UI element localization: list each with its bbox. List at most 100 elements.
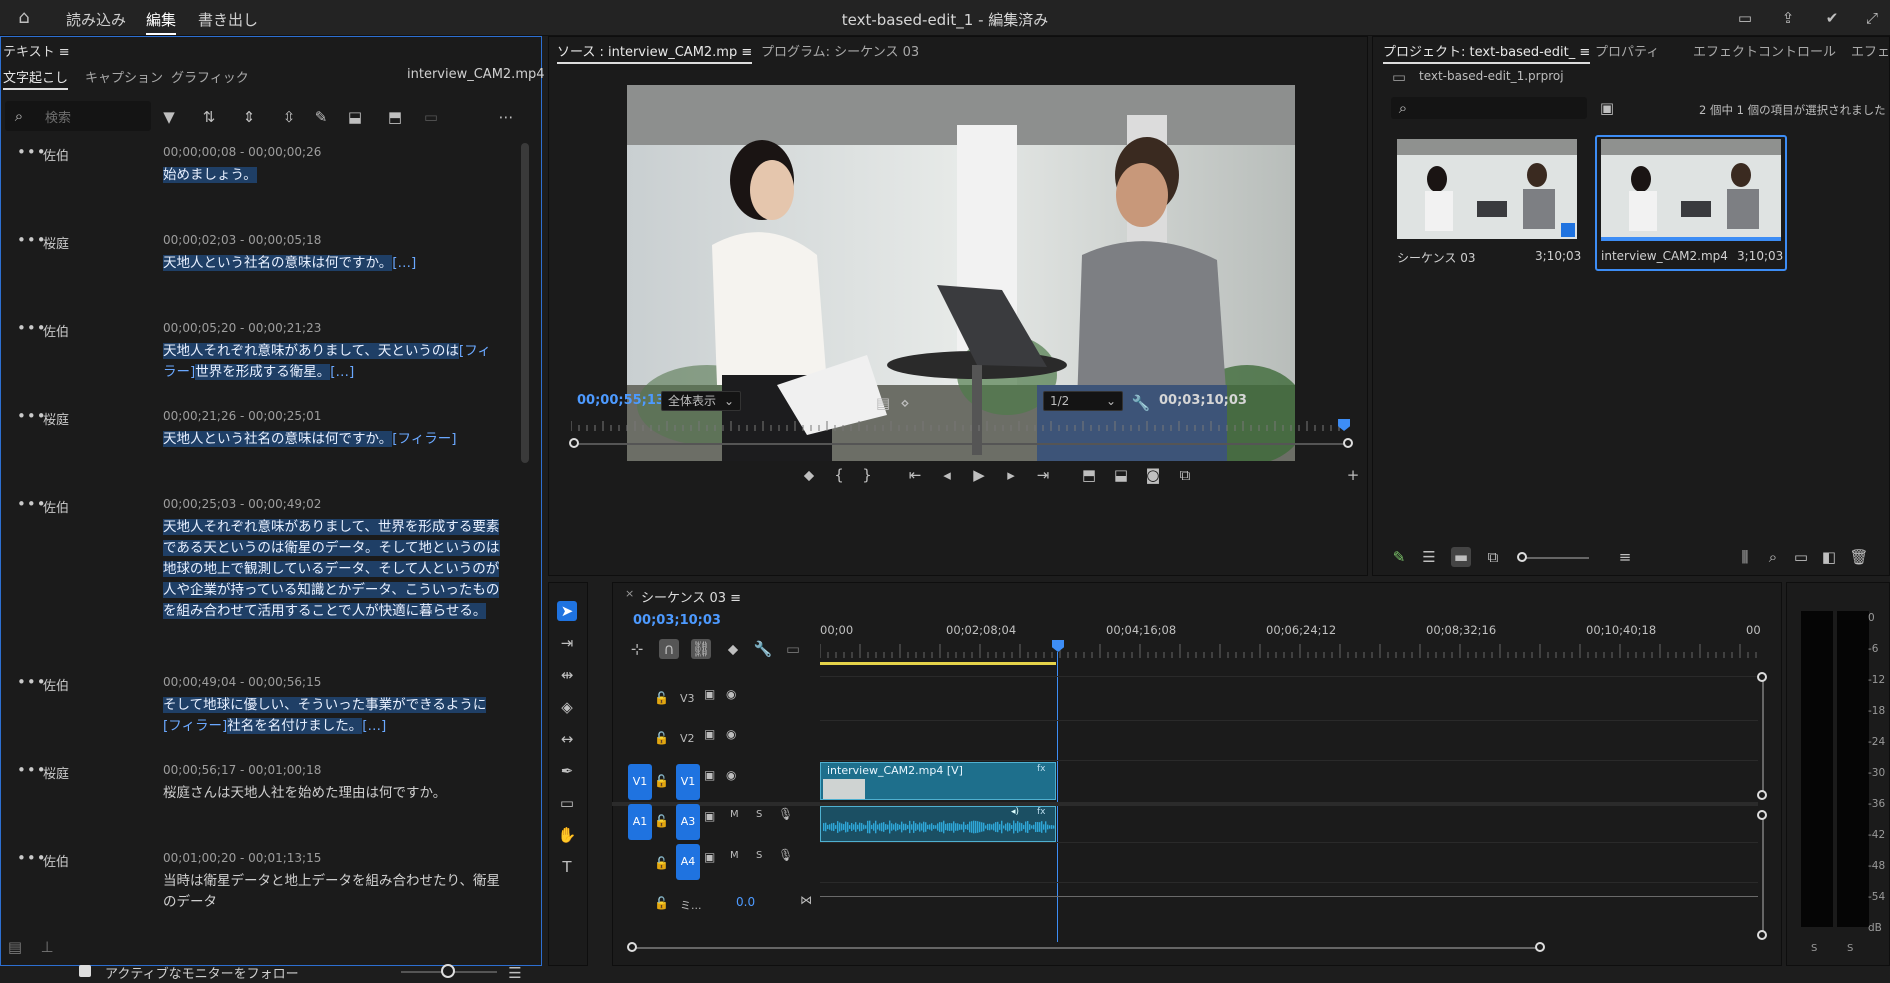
lock-icon[interactable]: 🔓: [654, 731, 669, 745]
mark-out-icon[interactable]: }: [857, 465, 877, 485]
transcript-phrase[interactable]: 桜庭さんは天地人社を始めた理由は何ですか。: [163, 785, 446, 801]
project-item-clip[interactable]: interview_CAM2.mp4 3;10;03: [1595, 135, 1787, 271]
monitor-zoom-bar[interactable]: [575, 443, 1349, 445]
scroll-handle[interactable]: [1757, 790, 1767, 800]
nest-icon[interactable]: ⊹: [627, 639, 647, 659]
ruler-ticks[interactable]: [820, 640, 1758, 662]
sequence-tab[interactable]: シーケンス 03 ≡: [641, 587, 741, 606]
pen-icon[interactable]: ✒: [557, 761, 577, 781]
transcript-segment[interactable]: ••• 佐伯 00;00;05;20 - 00;00;21;23 天地人それぞれ意味が…: [1, 319, 513, 407]
wrench-icon[interactable]: 🔧: [753, 639, 773, 659]
transcript-phrase[interactable]: 世界を形成する衛星。: [195, 364, 331, 380]
project-search[interactable]: ⌕: [1391, 97, 1587, 119]
transcript-phrase[interactable]: 天地人それぞれ意味がありまして、天というのは: [163, 343, 459, 359]
work-area-bar[interactable]: [820, 662, 1056, 665]
panel-icon[interactable]: ▤: [5, 937, 25, 957]
mark-in-icon[interactable]: {: [829, 465, 849, 485]
fit-select[interactable]: 全体表示 ⌄: [661, 391, 741, 411]
captions-icon[interactable]: ▭: [421, 107, 441, 127]
new-bin-icon[interactable]: ▣: [1597, 98, 1617, 118]
audio-scrub-icon[interactable]: ⋄: [895, 393, 915, 413]
trash-icon[interactable]: 🗑: [1849, 547, 1869, 567]
selection-tool-icon[interactable]: ➤: [557, 601, 577, 621]
step-back-icon[interactable]: ◂: [937, 465, 957, 485]
video-clip[interactable]: interview_CAM2.mp4 [V] fx: [820, 762, 1056, 800]
timeline-zoom-bar[interactable]: [632, 947, 1544, 949]
track-target-v1[interactable]: V1: [676, 764, 700, 800]
transcript-tag[interactable]: [フィラー]: [163, 718, 227, 734]
settings-sliders-icon[interactable]: ☰: [505, 963, 525, 983]
automate-icon[interactable]: ⫼: [1735, 547, 1755, 567]
go-to-out-icon[interactable]: ⇥: [1033, 465, 1053, 485]
speaker-label[interactable]: 佐伯: [43, 497, 69, 516]
tab-project[interactable]: プロジェクト: text-based-edit_ ≡: [1383, 41, 1591, 64]
zoom-handle-left[interactable]: [569, 438, 579, 448]
tab-captions[interactable]: キャプション: [85, 67, 163, 86]
tab-source[interactable]: ソース : interview_CAM2.mp ≡: [557, 41, 753, 64]
check-icon[interactable]: ✔: [1822, 8, 1842, 28]
menu-edit[interactable]: 編集: [146, 9, 177, 35]
zoom-handle-right[interactable]: [1343, 438, 1353, 448]
transcript-tag[interactable]: [フィラー]: [392, 431, 456, 447]
extract-icon[interactable]: ⬓: [1111, 465, 1131, 485]
timeline-timecode[interactable]: 00;03;10;03: [633, 613, 721, 628]
current-timecode[interactable]: 00;00;55;13: [577, 393, 665, 408]
play-icon[interactable]: ▶: [969, 465, 989, 485]
transcript-phrase[interactable]: 当時は衛星データと地上データを組み合わせたり、衛星のデータ: [163, 873, 500, 910]
transcript-phrase[interactable]: 天地人という社名の意味は何ですか。: [163, 255, 393, 271]
resolution-select[interactable]: 1/2 ⌄: [1043, 391, 1123, 411]
sync-icon[interactable]: ▣: [704, 809, 715, 823]
transcript-segment[interactable]: ••• 佐伯 00;01;00;20 - 00;01;13;15 当時は衛星データと地…: [1, 849, 513, 937]
menu-export[interactable]: 書き出し: [198, 9, 258, 30]
segment-text[interactable]: 桜庭さんは天地人社を始めた理由は何ですか。: [163, 783, 503, 804]
step-forward-icon[interactable]: ▸: [1001, 465, 1021, 485]
snap-icon[interactable]: ∩: [659, 639, 679, 659]
scroll-handle[interactable]: [1757, 810, 1767, 820]
transcript-scrollbar[interactable]: [521, 143, 529, 463]
more-icon[interactable]: ⋯: [496, 107, 516, 127]
fullscreen-icon[interactable]: ⤢: [1862, 8, 1882, 28]
tab-program[interactable]: プログラム: シーケンス 03: [761, 41, 919, 60]
extract-icon[interactable]: ⬓: [345, 107, 365, 127]
microphone-icon[interactable]: 🎙: [778, 848, 793, 862]
pencil-icon[interactable]: ✎: [311, 107, 331, 127]
lock-icon[interactable]: 🔓: [654, 774, 669, 788]
lock-icon[interactable]: 🔓: [654, 814, 669, 828]
eye-icon[interactable]: ◉: [726, 727, 736, 741]
audio-clip[interactable]: ◂) fx: [820, 806, 1056, 842]
source-patch-a1[interactable]: A1: [628, 804, 652, 840]
lock-icon[interactable]: 🔓: [654, 691, 669, 705]
camera-icon[interactable]: ◙: [1143, 465, 1163, 485]
scroll-handle[interactable]: [1757, 672, 1767, 682]
transcript-segment[interactable]: ••• 佐伯 00;00;00;08 - 00;00;00;26 始めましょう。: [1, 145, 513, 231]
transcript-segment[interactable]: ••• 佐伯 00;00;49;04 - 00;00;56;15 そして地球に優しい、…: [1, 673, 513, 761]
mute-button[interactable]: M: [730, 809, 739, 820]
segment-text[interactable]: そして地球に優しい、そういった事業ができるように [フィラー]社名を名付けました。…: [163, 695, 503, 737]
speaker-label[interactable]: 桜庭: [43, 409, 69, 428]
search-field[interactable]: ⌕ 検索: [5, 101, 151, 131]
lift-icon[interactable]: ⬒: [385, 107, 405, 127]
slip-icon[interactable]: ↔: [557, 729, 577, 749]
eye-icon[interactable]: ◉: [726, 768, 736, 782]
speaker-label[interactable]: 佐伯: [43, 145, 69, 164]
zoom-handle-right[interactable]: [1535, 942, 1545, 952]
speaker-label[interactable]: 佐伯: [43, 675, 69, 694]
plus-icon[interactable]: +: [1343, 465, 1363, 485]
video-audio-divider[interactable]: [612, 802, 1758, 806]
track-target-a3[interactable]: A3: [676, 804, 700, 840]
tab-graphics[interactable]: グラフィック: [171, 67, 249, 86]
transcript-segment[interactable]: ••• 佐伯 00;00;25;03 - 00;00;49;02 天地人それぞれ意味が…: [1, 495, 513, 619]
zoom-slider-handle[interactable]: [441, 964, 455, 978]
find-icon[interactable]: ⌕: [1763, 547, 1783, 567]
speaker-label[interactable]: 佐伯: [43, 321, 69, 340]
transcript-segment[interactable]: ••• 桜庭 00;00;21;26 - 00;00;25;01 天地人という社名の意…: [1, 407, 513, 495]
segment-text[interactable]: 始めましょう。: [163, 165, 503, 186]
speaker-label[interactable]: 桜庭: [43, 763, 69, 782]
captions-icon[interactable]: ▭: [783, 639, 803, 659]
hand-icon[interactable]: ✋: [557, 825, 577, 845]
lift-icon[interactable]: ⬒: [1079, 465, 1099, 485]
compare-icon[interactable]: ⧉: [1175, 465, 1195, 485]
mix-volume[interactable]: 0.0: [736, 895, 755, 909]
type-tool-icon[interactable]: T: [557, 857, 577, 877]
transcript-phrase[interactable]: 天地人という社名の意味は何ですか。: [163, 431, 393, 447]
